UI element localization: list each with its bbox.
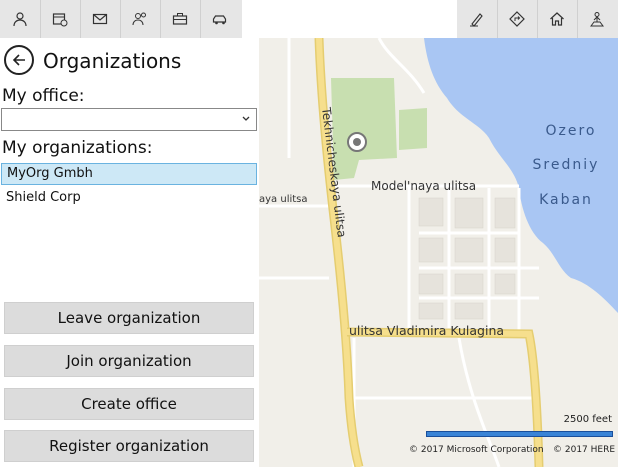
car-icon[interactable] xyxy=(200,0,240,38)
street-label: aya ulitsa xyxy=(259,194,308,205)
lake-label: Kaban xyxy=(539,192,593,208)
mail-icon[interactable] xyxy=(80,0,120,38)
map-copyright: © 2017 HERE xyxy=(553,445,616,455)
calendar-icon[interactable] xyxy=(40,0,80,38)
top-toolbar-left xyxy=(0,0,242,38)
office-label: My office: xyxy=(2,86,85,106)
top-toolbar-right xyxy=(457,0,618,38)
directions-icon[interactable] xyxy=(497,0,537,38)
leave-organization-button[interactable]: Leave organization xyxy=(4,302,254,334)
location-person-icon[interactable] xyxy=(577,0,617,38)
briefcase-icon[interactable] xyxy=(160,0,200,38)
organizations-label: My organizations: xyxy=(2,138,153,158)
location-marker-icon[interactable] xyxy=(347,132,367,152)
street-label: Model'naya ulitsa xyxy=(371,179,476,193)
lake-water xyxy=(424,38,618,313)
map-scale-bar xyxy=(426,431,613,437)
organizations-panel: Organizations My office: My organization… xyxy=(0,38,259,467)
map-canvas[interactable]: Ozero Sredniy Kaban Tekhnicheskaya ulits… xyxy=(259,38,618,467)
building-blocks xyxy=(418,197,516,320)
person-icon[interactable] xyxy=(0,0,40,38)
arrow-left-icon xyxy=(12,54,25,66)
back-button[interactable] xyxy=(4,45,34,75)
map-scale-label: 2500 feet xyxy=(563,414,612,425)
office-select[interactable] xyxy=(1,108,257,131)
lake-label: Ozero xyxy=(546,123,597,139)
chevron-down-icon xyxy=(242,116,250,121)
create-office-button[interactable]: Create office xyxy=(4,388,254,420)
home-icon[interactable] xyxy=(537,0,577,38)
street-label: ulitsa Vladimira Kulagina xyxy=(349,323,504,338)
register-organization-button[interactable]: Register organization xyxy=(4,430,254,462)
page-title: Organizations xyxy=(43,49,182,73)
park-area xyxy=(399,108,427,150)
map-view[interactable]: Ozero Sredniy Kaban Tekhnicheskaya ulits… xyxy=(259,38,618,467)
pen-icon[interactable] xyxy=(457,0,497,38)
organization-list-item[interactable]: MyOrg Gmbh xyxy=(1,163,257,185)
map-copyright: © 2017 Microsoft Corporation xyxy=(409,445,544,455)
organization-list-item[interactable]: Shield Corp xyxy=(1,187,257,209)
people-icon[interactable] xyxy=(120,0,160,38)
lake-label: Sredniy xyxy=(533,157,600,173)
join-organization-button[interactable]: Join organization xyxy=(4,345,254,377)
